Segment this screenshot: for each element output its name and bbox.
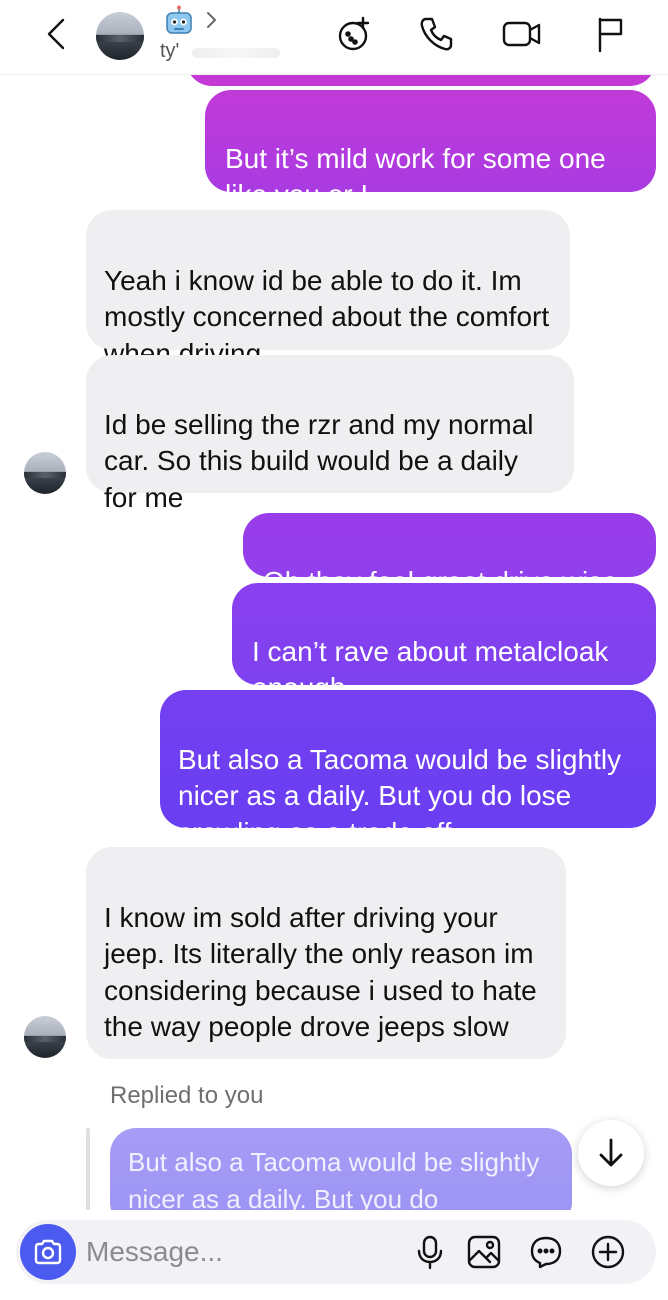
- sticker-icon[interactable]: [528, 1234, 564, 1270]
- arrow-down-icon: [599, 1138, 623, 1167]
- message-text: But also a Tacoma would be slightly nice…: [178, 743, 622, 848]
- sender-avatar[interactable]: [24, 452, 66, 494]
- microphone-icon[interactable]: [412, 1234, 448, 1270]
- message-text: But it’s mild work for some one like you…: [225, 142, 606, 211]
- message-bubble-outgoing[interactable]: But also a Tacoma would be slightly nice…: [160, 690, 656, 848]
- chat-header: ty': [0, 0, 668, 75]
- message-text: Id be selling the rzr and my normal car.…: [104, 408, 534, 513]
- sender-avatar[interactable]: [24, 1016, 66, 1058]
- message-bubble-outgoing[interactable]: But it’s mild work for some one like you…: [205, 90, 656, 210]
- flag-icon[interactable]: [588, 12, 632, 56]
- message-bubble-incoming[interactable]: Yeah i know id be able to do it. Im most…: [86, 210, 570, 369]
- back-chevron-icon[interactable]: [34, 12, 78, 56]
- robot-emoji-icon: [162, 4, 196, 38]
- message-input[interactable]: [86, 1234, 386, 1270]
- phone-icon[interactable]: [414, 12, 458, 56]
- replied-to-you-label: Replied to you: [110, 1082, 264, 1109]
- message-composer: [16, 1220, 656, 1284]
- image-icon[interactable]: [466, 1234, 502, 1270]
- message-bubble-incoming[interactable]: I know im sold after driving your jeep. …: [86, 847, 566, 1059]
- message-bubble-outgoing[interactable]: Oh they feel great drive wise: [243, 513, 656, 597]
- chevron-right-icon[interactable]: [204, 10, 220, 30]
- contact-avatar[interactable]: [96, 12, 144, 60]
- scroll-to-bottom-button[interactable]: [578, 1120, 644, 1186]
- plus-icon[interactable]: [590, 1234, 626, 1270]
- message-bubble-incoming[interactable]: Id be selling the rzr and my normal car.…: [86, 355, 574, 513]
- games-icon[interactable]: [333, 12, 377, 56]
- message-text: I know im sold after driving your jeep. …: [104, 901, 537, 1043]
- redacted-name-blur: [192, 48, 280, 58]
- message-bubble-outgoing[interactable]: I can’t rave about metalcloak enough: [232, 583, 656, 703]
- video-icon[interactable]: [500, 12, 544, 56]
- contact-name[interactable]: ty': [160, 40, 179, 63]
- camera-icon: [34, 1239, 62, 1265]
- camera-button[interactable]: [20, 1224, 76, 1280]
- quoted-message-text: But also a Tacoma would be slightly nice…: [128, 1147, 540, 1214]
